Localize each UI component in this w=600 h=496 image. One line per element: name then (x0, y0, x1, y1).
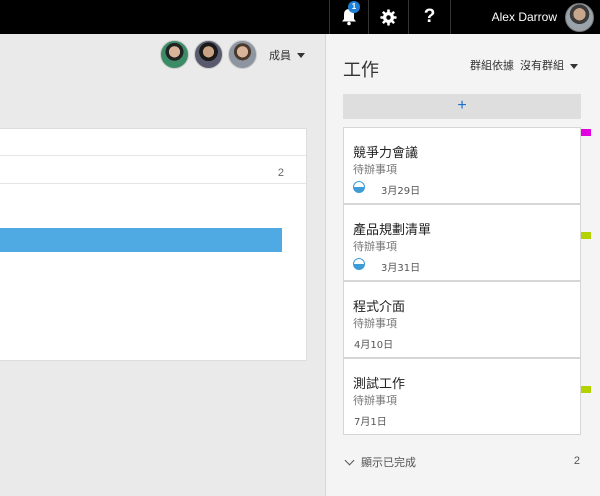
task-status: 待辦事項 (353, 317, 397, 330)
panel-title: 工作 (343, 60, 379, 80)
task-due-date: 3月29日 (381, 186, 421, 197)
add-task-button[interactable]: + (343, 94, 581, 119)
members-dropdown[interactable]: 成員 (269, 47, 305, 63)
in-progress-icon (353, 181, 365, 193)
task-due-date: 3月31日 (381, 263, 421, 274)
progress-bar (0, 228, 282, 252)
in-progress-icon (353, 258, 365, 270)
category-flag (581, 129, 591, 136)
task-status: 待辦事項 (353, 240, 397, 253)
completed-count: 2 (573, 455, 580, 467)
show-completed-label: 顯示已完成 (361, 457, 416, 469)
divider (0, 183, 306, 184)
settings-button[interactable] (368, 0, 408, 34)
main-area: 成員 2 (0, 34, 325, 496)
chevron-down-icon (570, 63, 578, 69)
task-status: 待辦事項 (353, 163, 397, 176)
task-card[interactable]: 競爭力會議 待辦事項 3月29日 (343, 127, 581, 204)
members-label: 成員 (269, 49, 291, 62)
user-avatar (565, 2, 594, 32)
task-count: 2 (277, 167, 284, 179)
task-title: 產品規劃清單 (353, 223, 432, 238)
gear-icon (380, 8, 397, 26)
task-status: 待辦事項 (353, 394, 397, 407)
category-flag (581, 232, 591, 239)
member-avatar[interactable] (228, 40, 257, 69)
group-by-dropdown[interactable]: 群組依據 沒有群組 (470, 57, 578, 73)
member-avatar[interactable] (160, 40, 189, 69)
task-card[interactable]: 產品規劃清單 待辦事項 3月31日 (343, 204, 581, 281)
notification-badge: 1 (348, 1, 360, 13)
task-card[interactable]: 程式介面 待辦事項 4月10日 (343, 281, 581, 358)
summary-card: 2 (0, 128, 307, 361)
tasks-panel: 工作 群組依據 沒有群組 + 競爭力會議 待辦事項 3月29日 產品規劃清單 待辦… (325, 34, 600, 496)
user-menu[interactable]: Alex Darrow (450, 0, 600, 34)
user-name: Alex Darrow (491, 10, 557, 24)
task-due-date: 4月10日 (354, 340, 394, 351)
task-card[interactable]: 測試工作 待辦事項 7月1日 (343, 358, 581, 435)
help-button[interactable]: ? (408, 0, 450, 34)
category-flag (581, 386, 591, 393)
help-icon: ? (423, 6, 436, 27)
top-bar: 1 ? Alex Darrow (0, 0, 600, 34)
task-title: 程式介面 (353, 300, 406, 315)
task-title: 測試工作 (353, 377, 406, 392)
member-avatar[interactable] (194, 40, 223, 69)
show-completed-toggle[interactable]: 顯示已完成 (344, 454, 416, 470)
chevron-down-icon (297, 53, 305, 59)
members-bar: 成員 (155, 40, 305, 69)
notifications-button[interactable]: 1 (329, 0, 368, 34)
group-by-label: 群組依據 (470, 60, 514, 72)
task-due-date: 7月1日 (354, 417, 387, 428)
group-by-value: 沒有群組 (520, 60, 564, 72)
chevron-down-icon (344, 455, 355, 465)
task-title: 競爭力會議 (353, 146, 419, 161)
divider (0, 155, 306, 156)
